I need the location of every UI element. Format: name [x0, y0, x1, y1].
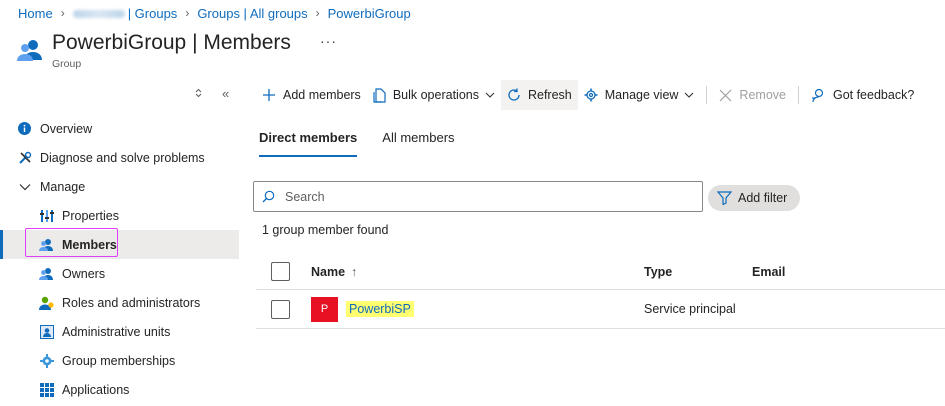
remove-label: Remove [739, 88, 786, 102]
page-title: PowerbiGroup | Members [52, 31, 291, 54]
owners-icon [39, 266, 54, 281]
page-subtitle: Group [52, 58, 82, 70]
sidebar-item-label: Administrative units [62, 324, 171, 339]
properties-icon [39, 208, 54, 223]
chevron-down-icon [17, 179, 32, 194]
refresh-label: Refresh [527, 88, 572, 102]
column-header-type[interactable]: Type [644, 265, 672, 279]
member-name-link[interactable]: PowerbiSP [346, 301, 414, 317]
table-row[interactable]: P PowerbiSP Service principal [256, 290, 945, 329]
filter-icon [717, 191, 732, 205]
add-members-button[interactable]: Add members [256, 80, 367, 110]
sidebar-item-overview[interactable]: Overview [0, 114, 239, 143]
sidebar-item-members[interactable]: Members [0, 230, 239, 259]
add-filter-button[interactable]: Add filter [708, 185, 801, 211]
sidebar-item-label: Members [62, 237, 117, 252]
gear-icon [584, 88, 598, 102]
refresh-icon [508, 88, 520, 101]
page-header: PowerbiGroup | Members Group [16, 30, 291, 70]
breadcrumb: Home › | Groups › Groups | All groups › … [18, 5, 411, 21]
search-input[interactable] [285, 189, 685, 204]
sidebar-item-properties[interactable]: Properties [0, 201, 239, 230]
bulk-operations-label: Bulk operations [392, 88, 479, 102]
close-icon [719, 89, 732, 101]
group-icon [17, 40, 42, 61]
breadcrumb-separator: › [60, 6, 65, 20]
column-header-name[interactable]: Name ↑ [311, 265, 357, 279]
sidebar-item-group-memberships[interactable]: Group memberships [0, 346, 239, 375]
command-bar: Add members Bulk operations Refresh Mana… [256, 80, 920, 110]
sort-ascending-icon: ↑ [351, 264, 358, 279]
breadcrumb-separator: › [315, 6, 320, 20]
sidebar-item-label: Group memberships [62, 353, 176, 368]
breadcrumb-current[interactable]: PowerbiGroup [328, 6, 411, 21]
sidebar-item-label: Roles and administrators [62, 295, 201, 310]
feedback-icon [811, 88, 824, 102]
sidebar-item-label: Owners [62, 266, 106, 281]
chevron-down-icon [685, 92, 694, 98]
bulk-operations-icon [373, 87, 386, 103]
breadcrumb-separator: › [185, 6, 190, 20]
breadcrumb-all-groups[interactable]: Groups | All groups [197, 6, 307, 21]
remove-button[interactable]: Remove [713, 80, 792, 110]
refresh-button[interactable]: Refresh [500, 80, 578, 110]
collapse-sidebar-icon[interactable]: « [222, 86, 229, 101]
plus-icon [263, 89, 275, 101]
select-all-checkbox[interactable] [271, 262, 290, 281]
sidebar-item-diagnose[interactable]: Diagnose and solve problems [0, 143, 239, 172]
sidebar-nav: Overview Diagnose and solve problems Man… [0, 114, 239, 404]
grid-icon [39, 382, 54, 397]
sidebar-item-label: Manage [40, 179, 86, 194]
add-members-label: Add members [283, 88, 361, 102]
got-feedback-button[interactable]: Got feedback? [805, 80, 920, 110]
toolbar-divider [706, 86, 708, 104]
toolbar-divider [797, 86, 799, 104]
add-filter-label: Add filter [738, 191, 788, 205]
sidebar-item-label: Properties [62, 208, 119, 223]
table-header-row: Name ↑ Type Email [256, 254, 945, 290]
members-table: Name ↑ Type Email P PowerbiSP Service pr… [256, 254, 945, 329]
member-tabs: Direct members All members [259, 130, 480, 157]
admin-units-icon [39, 324, 54, 339]
sidebar-item-applications[interactable]: Applications [0, 375, 239, 404]
manage-view-button[interactable]: Manage view [578, 80, 701, 110]
avatar: P [311, 296, 338, 322]
manage-view-label: Manage view [604, 88, 679, 102]
chevron-down-icon [485, 92, 495, 98]
sidebar-item-admin-units[interactable]: Administrative units [0, 317, 239, 346]
members-icon [39, 237, 54, 252]
tab-direct-members[interactable]: Direct members [259, 130, 358, 157]
column-header-name-label: Name [311, 264, 346, 279]
tab-all-members[interactable]: All members [382, 130, 454, 153]
expand-collapse-icon[interactable] [194, 88, 203, 101]
sidebar-item-label: Overview [40, 121, 93, 136]
sidebar-item-label: Diagnose and solve problems [40, 150, 205, 165]
row-checkbox[interactable] [271, 299, 290, 319]
redacted-tenant-name [72, 10, 125, 19]
got-feedback-label: Got feedback? [832, 88, 915, 102]
breadcrumb-home[interactable]: Home [18, 6, 53, 21]
info-icon [17, 121, 32, 136]
member-name-cell: P PowerbiSP [311, 296, 414, 322]
wrench-icon [17, 150, 32, 165]
sidebar-item-label: Applications [62, 382, 130, 397]
search-icon [262, 190, 275, 203]
sidebar-item-roles[interactable]: Roles and administrators [0, 288, 239, 317]
gear-icon [39, 353, 54, 368]
breadcrumb-tenant-groups-label: | Groups [127, 5, 178, 21]
search-box [253, 181, 703, 212]
roles-icon [39, 295, 54, 310]
result-count: 1 group member found [262, 223, 389, 237]
more-options-button[interactable]: ··· [320, 33, 337, 49]
breadcrumb-tenant-groups[interactable]: | Groups [72, 5, 178, 21]
sidebar-item-manage[interactable]: Manage [0, 172, 239, 201]
column-header-email[interactable]: Email [752, 265, 785, 279]
member-type-cell: Service principal [644, 302, 736, 316]
sidebar-item-owners[interactable]: Owners [0, 259, 239, 288]
bulk-operations-button[interactable]: Bulk operations [367, 80, 501, 110]
